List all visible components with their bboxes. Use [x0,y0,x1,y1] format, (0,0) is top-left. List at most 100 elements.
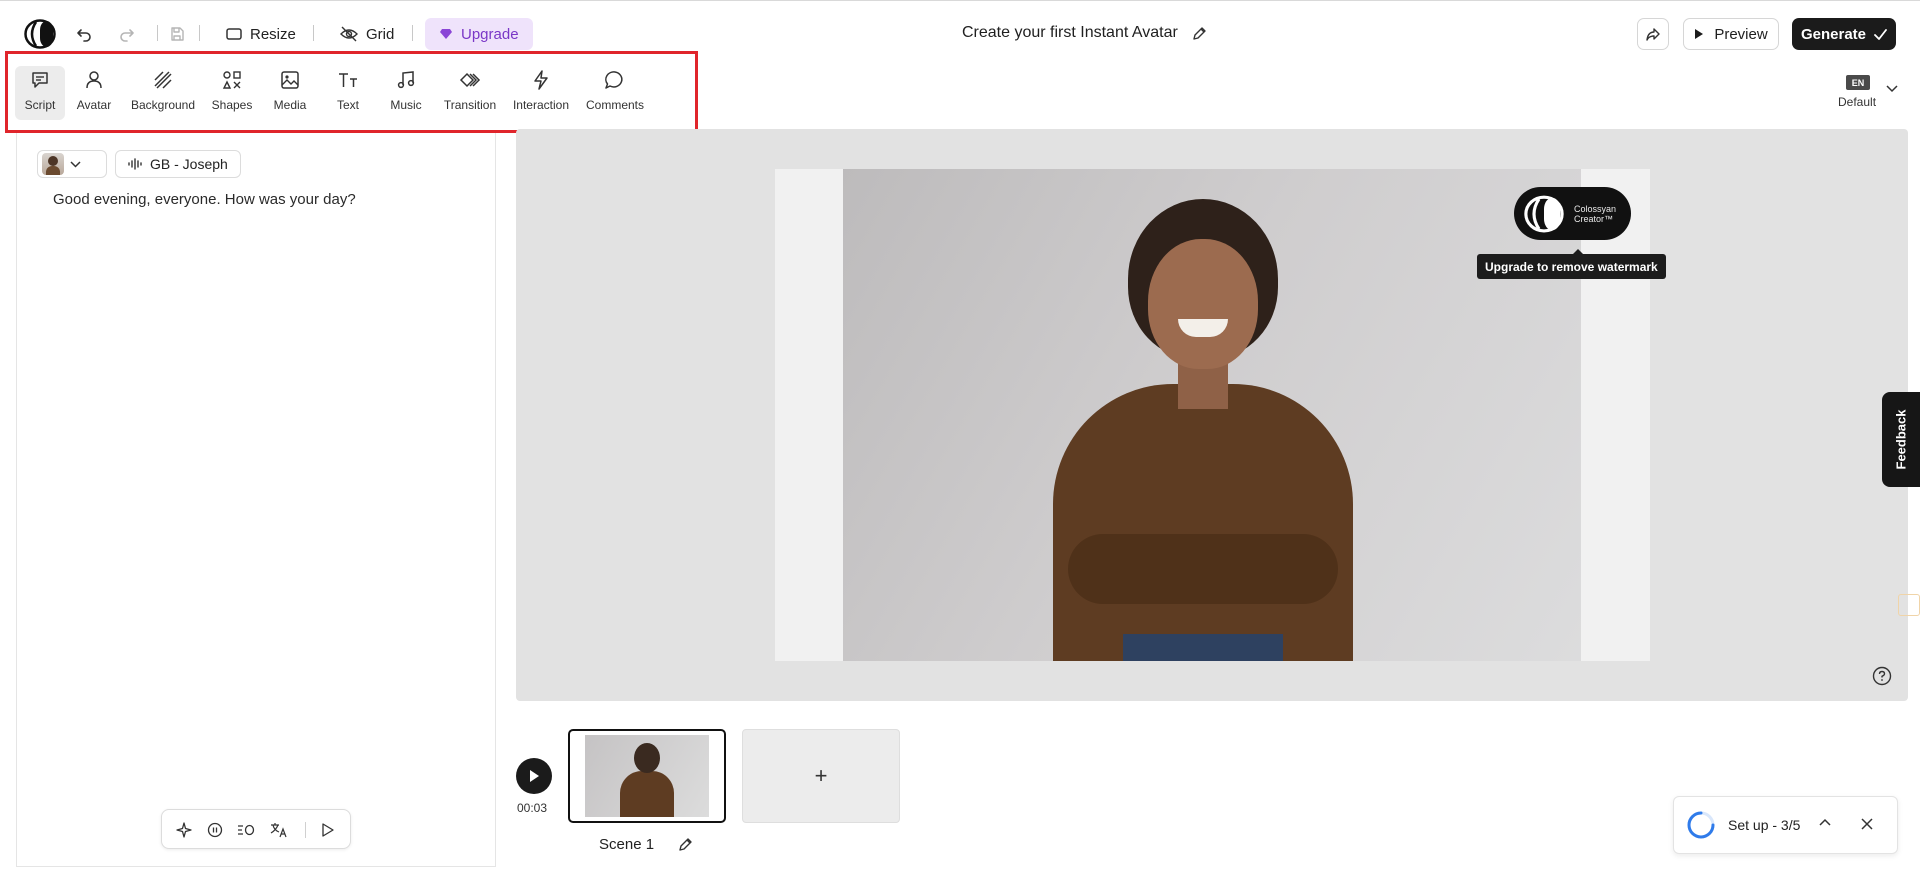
add-scene-button[interactable]: + [742,729,900,823]
toolbar-divider [412,25,413,41]
check-icon [1874,28,1887,40]
chevron-down-icon [70,160,81,168]
watermark[interactable]: Colossyan Creator™ [1514,187,1631,240]
language-label[interactable]: Default [1838,95,1876,109]
script-icon [32,72,48,88]
grid-button[interactable]: Grid [332,18,402,50]
sparkle-icon[interactable] [175,821,193,839]
generate-button[interactable]: Generate [1792,18,1896,50]
feedback-tab[interactable]: Feedback [1882,392,1920,487]
tool-label: Comments [585,98,644,112]
language-code-badge[interactable]: EN [1846,75,1870,90]
tool-label: Media [273,98,307,112]
resize-icon [226,28,242,40]
scene-name: Scene 1 [599,836,655,853]
tool-label: Music [390,98,422,112]
upgrade-label: Upgrade [461,25,519,43]
undo-icon[interactable] [73,23,95,45]
save-icon[interactable] [166,23,188,45]
toolbar-divider [313,25,314,41]
redo-icon[interactable] [116,23,138,45]
playback-time: 00:03 [517,801,548,815]
tool-text[interactable]: Text [331,66,365,120]
watermark-line-2: Creator™ [1574,213,1614,224]
script-text[interactable]: Good evening, everyone. How was your day… [53,191,356,208]
shapes-icon [222,71,241,89]
play-icon[interactable] [319,821,337,839]
watermark-tooltip: Upgrade to remove watermark [1477,249,1666,279]
scene-photo [585,735,709,817]
voice-select[interactable]: GB - Joseph [115,150,241,178]
diamond-icon [440,29,452,39]
close-icon[interactable] [1861,818,1873,830]
tool-media[interactable]: Media [270,66,310,120]
preview-label: Preview [1714,25,1768,43]
tool-script[interactable]: Script [15,66,65,120]
scene-thumbnail[interactable] [568,729,726,823]
music-icon [397,71,415,89]
tool-label: Background [130,98,196,112]
side-handle[interactable] [1898,594,1920,616]
scene-avatar-head [634,743,660,773]
avatar-body [1053,384,1353,661]
resize-button[interactable]: Resize [218,18,304,50]
tool-background[interactable]: Background [128,66,198,120]
translate-icon[interactable] [270,821,288,839]
avatar-arms [1068,534,1338,604]
transition-icon [459,72,481,88]
comments-icon [605,71,623,89]
background-icon [154,71,172,89]
toolbar-divider [157,25,158,41]
colossyan-logo [1524,195,1564,232]
tool-label: Avatar [76,98,112,112]
script-tools-bar [161,809,351,849]
text-icon [339,73,357,87]
pencil-icon[interactable] [1192,26,1207,41]
pronunciation-icon[interactable] [237,821,255,839]
plus-icon: + [814,763,828,788]
lightning-icon [534,70,548,90]
tool-label: Text [336,98,359,112]
watermark-text: Colossyan Creator™ [1574,204,1616,224]
media-icon [281,71,299,89]
scene-label[interactable]: Scene 1 [599,836,693,853]
waveform-icon [128,158,142,170]
share-button[interactable] [1637,18,1669,50]
play-icon [530,770,539,782]
generate-label: Generate [1800,25,1867,43]
tool-shapes[interactable]: Shapes [210,66,254,120]
preview-button[interactable]: Preview [1683,18,1779,50]
tool-avatar[interactable]: Avatar [74,66,114,120]
scene-avatar-body [620,771,674,817]
tool-label: Transition [443,98,497,112]
tool-label: Script [24,98,56,112]
help-icon[interactable] [1872,666,1892,686]
eye-off-icon [340,26,358,42]
tool-music[interactable]: Music [388,66,424,120]
setup-progress-card[interactable]: Set up - 3/5 [1673,796,1898,854]
grid-label: Grid [366,25,395,43]
timeline-play-button[interactable] [516,758,552,794]
feedback-label: Feedback [1893,409,1909,470]
share-icon [1646,28,1660,41]
tool-interaction[interactable]: Interaction [511,66,571,120]
progress-spinner-icon [1687,811,1715,839]
tool-comments[interactable]: Comments [585,66,645,120]
resize-label: Resize [250,25,296,43]
chevron-up-icon[interactable] [1819,818,1831,826]
avatar-icon [86,71,102,89]
avatar-face [1148,239,1258,369]
tool-transition[interactable]: Transition [441,66,499,120]
avatar-select[interactable] [37,150,107,178]
upgrade-button[interactable]: Upgrade [425,18,533,50]
toolbar-divider [305,822,306,838]
chevron-down-icon[interactable] [1886,85,1898,93]
script-panel [16,133,496,867]
colossyan-logo[interactable] [24,19,56,49]
avatar [42,153,64,175]
document-title[interactable]: Create your first Instant Avatar [962,24,1207,42]
pencil-icon[interactable] [678,837,693,852]
toolbar-divider [199,25,200,41]
avatar-photo[interactable] [843,169,1581,661]
pause-icon[interactable] [206,821,224,839]
